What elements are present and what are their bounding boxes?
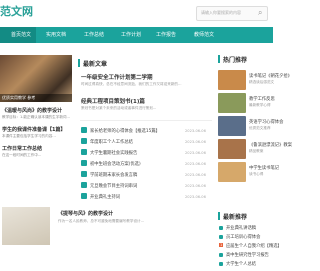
list-bullet-icon xyxy=(81,138,87,144)
article-link[interactable]: 开业典礼主持词 xyxy=(90,194,120,200)
hot-heading: 热门推荐 xyxy=(223,57,248,64)
article-date: 2023-06-06 xyxy=(185,129,206,133)
left-item-title[interactable]: 工作日常工作总结 xyxy=(2,145,42,152)
list-bullet-icon xyxy=(81,193,87,199)
article-desc: 作为一名人民教师，总不可避免地需要编写教学设计... xyxy=(58,219,145,223)
rec-item[interactable]: 开业典礼讲话稿 xyxy=(226,225,256,231)
nav-item-docs[interactable]: 实用文档 xyxy=(46,27,66,43)
hot-item-desc: 精选读后感范文 xyxy=(249,80,275,84)
left-item-desc: 本课件主要包括学生学习的内容... xyxy=(2,134,56,138)
article-link[interactable]: 元旦晚会节目主持词串词 xyxy=(90,183,137,189)
list-bullet-icon xyxy=(219,226,223,230)
featured-article-desc: 策划书是对某个未来的活动或者事件进行策划... xyxy=(81,106,157,110)
divider xyxy=(80,120,212,121)
list-bullet-icon xyxy=(81,127,87,133)
nav-item-report[interactable]: 工作报告 xyxy=(156,27,176,43)
article-date: 2023-06-06 xyxy=(185,173,206,177)
section-marker xyxy=(218,55,220,63)
rec-heading: 最新推荐 xyxy=(223,214,248,221)
hot-item-desc: 优秀范文推荐 xyxy=(249,126,271,130)
hot-thumbnail[interactable] xyxy=(218,162,246,182)
section-marker xyxy=(218,212,220,220)
hot-item-desc: 最新教学心得 xyxy=(249,103,271,107)
article-link[interactable]: 学前班期末家长会发言稿 xyxy=(90,172,137,178)
left-item-title[interactable]: 学生的我课件准备课【1篇】 xyxy=(2,126,65,133)
rec-item[interactable]: 高中生研究性学习报告 xyxy=(226,252,269,258)
rank-badge: 1 xyxy=(219,243,224,247)
article-thumbnail[interactable] xyxy=(2,207,50,245)
left-item-desc: 在这一段时间的工作中... xyxy=(2,153,42,157)
hot-item-title[interactable]: 读书笔记《朝花夕拾》 xyxy=(249,73,292,79)
article-link[interactable]: 初中生班会活动方案(优选) xyxy=(90,161,141,167)
hot-item-desc: 读书心得 xyxy=(249,172,264,176)
list-bullet-icon xyxy=(81,149,87,155)
article-date: 2023-06-06 xyxy=(185,140,206,144)
hot-thumbnail[interactable] xyxy=(218,93,246,113)
list-bullet-icon xyxy=(81,171,87,177)
list-bullet-icon xyxy=(219,262,223,266)
nav-item-plan[interactable]: 工作计划 xyxy=(121,27,141,43)
article-title[interactable]: 《提琴与风》的教学设计 xyxy=(58,210,113,217)
nav-item-summary[interactable]: 工作总结 xyxy=(84,27,104,43)
hot-item-title[interactable]: 英语学习心得体会 xyxy=(249,119,283,125)
nav-item-teacher[interactable]: 教师范文 xyxy=(194,27,214,43)
rec-item[interactable]: 员工培训心得体会 xyxy=(226,234,260,240)
list-bullet-icon xyxy=(81,182,87,188)
left-item-title[interactable]: 《温暖与风尚》的教学设计 xyxy=(2,107,62,114)
site-logo-text[interactable]: 范文网 xyxy=(0,3,33,19)
left-item-desc: 教学目标：1.能正确认读本课的生字新词... xyxy=(2,115,70,119)
latest-heading: 最新文章 xyxy=(83,61,108,68)
featured-article-desc: 时间过得真快，总在不经意间流逝，我们的工作又将迎来新的... xyxy=(81,82,182,86)
hot-thumbnail[interactable] xyxy=(218,116,246,136)
article-link[interactable]: 家长给老师的心得体会【推选15篇】 xyxy=(90,128,160,134)
article-date: 2023-06-06 xyxy=(185,151,206,155)
search-icon[interactable]: ⌕ xyxy=(258,8,262,18)
list-bullet-icon xyxy=(219,253,223,257)
article-date: 2023-06-06 xyxy=(185,184,206,188)
featured-article-title[interactable]: 经典工程项目策划书(1)篇 xyxy=(81,97,145,105)
article-link[interactable]: 大学生暑期社会实践报告 xyxy=(90,150,137,156)
article-date: 2023-06-06 xyxy=(185,195,206,199)
nav-item-home[interactable]: 首页范文 xyxy=(0,27,36,43)
rec-item[interactable]: 应届生个人自我介绍【精选】 xyxy=(226,243,282,249)
hot-thumbnail[interactable] xyxy=(218,70,246,90)
section-marker xyxy=(78,59,80,67)
hot-item-title[interactable]: 中学生读书笔记 xyxy=(249,165,279,171)
featured-caption[interactable]: 优质实用教学 参考 xyxy=(2,95,35,101)
list-bullet-icon xyxy=(81,160,87,166)
hot-thumbnail[interactable] xyxy=(218,139,246,159)
featured-article-title[interactable]: 一年级安全工作计划第二学期 xyxy=(81,73,153,81)
hot-item-title[interactable]: 《鲁滨逊漂流记》教案 xyxy=(249,142,292,148)
article-date: 2023-06-06 xyxy=(185,162,206,166)
list-bullet-icon xyxy=(219,235,223,239)
article-link[interactable]: 年度职工个人工作总结 xyxy=(90,139,133,145)
hot-item-title[interactable]: 教学工作反思 xyxy=(249,96,275,102)
search-placeholder: 请输入你要搜索的内容 xyxy=(201,10,241,15)
hot-item-desc: 精品教案 xyxy=(249,149,264,153)
rec-item[interactable]: 大学生个人总结 xyxy=(226,261,256,267)
